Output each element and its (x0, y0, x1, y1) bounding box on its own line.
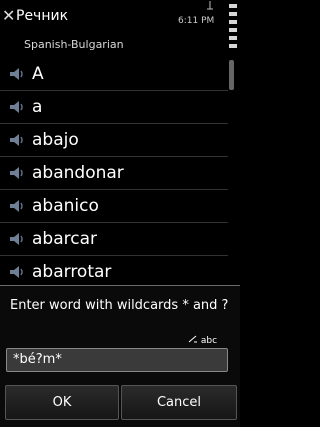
word-label: abarcar (32, 229, 97, 249)
speaker-icon[interactable] (8, 99, 26, 115)
battery-icon (229, 4, 237, 48)
ok-button[interactable]: OK (5, 385, 119, 420)
speaker-icon[interactable] (8, 264, 26, 280)
list-item[interactable]: a (0, 91, 228, 124)
word-list: A a abajo abandonar abanico abarcar abar… (0, 58, 228, 289)
list-item[interactable]: A (0, 58, 228, 91)
word-label: A (32, 64, 44, 84)
dictionary-direction: Spanish-Bulgarian (24, 38, 124, 51)
input-mode-indicator: abc (188, 335, 217, 347)
list-item[interactable]: abandonar (0, 157, 228, 190)
pen-icon (188, 335, 197, 343)
list-item[interactable]: abanico (0, 190, 228, 223)
clock: 6:11 PM (178, 16, 215, 26)
wildcard-search-dialog: Enter word with wildcards * and ? abc *b… (0, 285, 240, 427)
word-label: abanico (32, 196, 99, 216)
word-label: abandonar (32, 163, 124, 183)
speaker-icon[interactable] (8, 132, 26, 148)
app-title: Речник (16, 8, 69, 24)
scrollbar-thumb[interactable] (229, 60, 234, 90)
wildcard-input[interactable]: *bé?m* (6, 348, 228, 372)
app-header: ✕ Речник 6:11 PM Spanish-Bulgarian (0, 0, 240, 58)
word-label: abarrotar (32, 262, 112, 282)
word-label: abajo (32, 130, 79, 150)
speaker-icon[interactable] (8, 66, 26, 82)
word-label: a (32, 97, 43, 117)
speaker-icon[interactable] (8, 231, 26, 247)
close-icon[interactable]: ✕ (2, 6, 15, 26)
list-scrollbar[interactable] (229, 60, 234, 260)
speaker-icon[interactable] (8, 165, 26, 181)
list-item[interactable]: abajo (0, 124, 228, 157)
signal-icon (205, 0, 215, 10)
list-item[interactable]: abarcar (0, 223, 228, 256)
cancel-button[interactable]: Cancel (121, 385, 237, 420)
speaker-icon[interactable] (8, 198, 26, 214)
dialog-prompt: Enter word with wildcards * and ? (10, 298, 229, 313)
input-mode-label: abc (200, 336, 218, 346)
